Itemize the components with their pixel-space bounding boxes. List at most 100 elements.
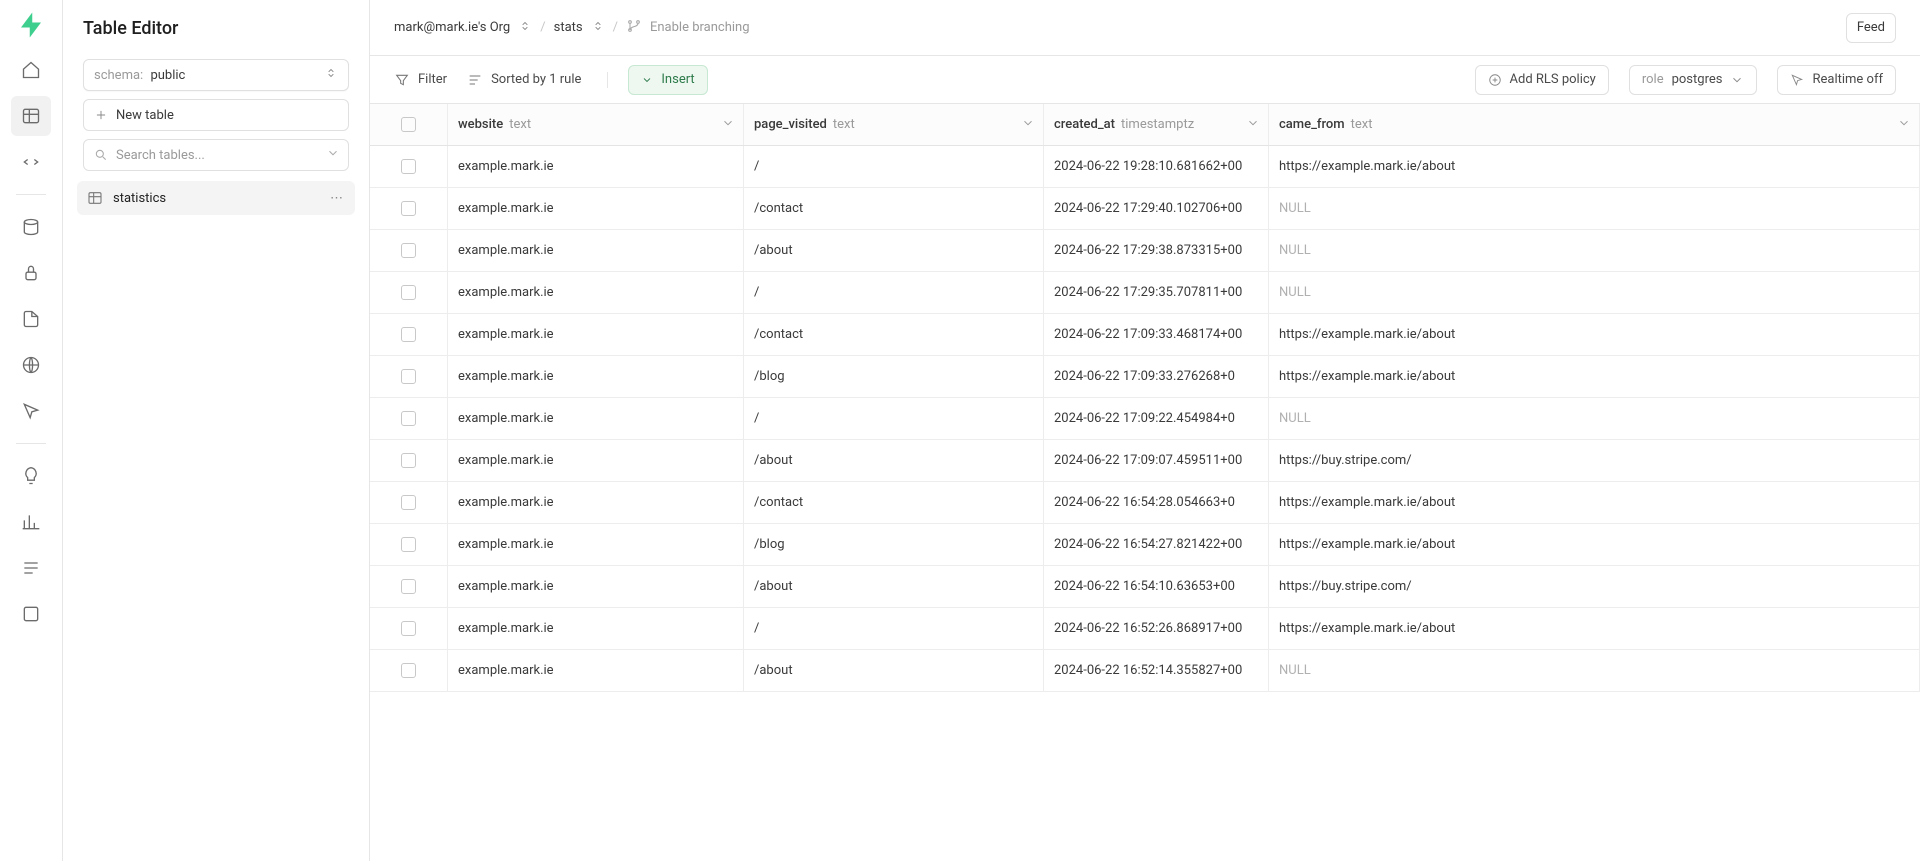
- col-header-created-at[interactable]: created_attimestamptz: [1044, 104, 1269, 145]
- table-row[interactable]: example.mark.ie/contact2024-06-22 17:09:…: [370, 314, 1920, 356]
- cell-page-visited[interactable]: /: [744, 398, 1044, 439]
- advisors-icon[interactable]: [11, 456, 51, 496]
- breadcrumb-org[interactable]: mark@mark.ie's Org: [394, 20, 510, 35]
- chevron-down-icon[interactable]: [1897, 116, 1911, 134]
- filter-button[interactable]: Filter: [394, 72, 447, 88]
- logo-icon[interactable]: [16, 10, 46, 44]
- enable-branching[interactable]: Enable branching: [650, 20, 750, 35]
- cell-came-from[interactable]: NULL: [1269, 272, 1920, 313]
- row-checkbox[interactable]: [401, 243, 416, 258]
- row-checkbox[interactable]: [401, 537, 416, 552]
- row-checkbox[interactable]: [401, 369, 416, 384]
- row-select-cell[interactable]: [370, 314, 448, 355]
- cell-created-at[interactable]: 2024-06-22 17:09:22.454984+0: [1044, 398, 1269, 439]
- row-checkbox[interactable]: [401, 201, 416, 216]
- cell-website[interactable]: example.mark.ie: [448, 356, 744, 397]
- row-checkbox[interactable]: [401, 495, 416, 510]
- cell-website[interactable]: example.mark.ie: [448, 566, 744, 607]
- cell-website[interactable]: example.mark.ie: [448, 608, 744, 649]
- row-checkbox[interactable]: [401, 453, 416, 468]
- table-row[interactable]: example.mark.ie/contact2024-06-22 16:54:…: [370, 482, 1920, 524]
- cell-page-visited[interactable]: /about: [744, 650, 1044, 691]
- row-select-cell[interactable]: [370, 356, 448, 397]
- table-row[interactable]: example.mark.ie/2024-06-22 17:09:22.4549…: [370, 398, 1920, 440]
- cell-website[interactable]: example.mark.ie: [448, 188, 744, 229]
- edge-functions-icon[interactable]: [11, 345, 51, 385]
- row-select-cell[interactable]: [370, 440, 448, 481]
- row-checkbox[interactable]: [401, 159, 416, 174]
- row-select-cell[interactable]: [370, 608, 448, 649]
- row-select-cell[interactable]: [370, 188, 448, 229]
- table-row[interactable]: example.mark.ie/contact2024-06-22 17:29:…: [370, 188, 1920, 230]
- cell-website[interactable]: example.mark.ie: [448, 440, 744, 481]
- row-checkbox[interactable]: [401, 621, 416, 636]
- cell-website[interactable]: example.mark.ie: [448, 482, 744, 523]
- table-row[interactable]: example.mark.ie/blog2024-06-22 16:54:27.…: [370, 524, 1920, 566]
- schema-select[interactable]: schema: public: [83, 59, 349, 91]
- cell-website[interactable]: example.mark.ie: [448, 230, 744, 271]
- cell-created-at[interactable]: 2024-06-22 17:09:07.459511+00: [1044, 440, 1269, 481]
- more-icon[interactable]: ⋯: [330, 191, 345, 206]
- cell-came-from[interactable]: https://example.mark.ie/about: [1269, 482, 1920, 523]
- row-select-cell[interactable]: [370, 146, 448, 187]
- realtime-button[interactable]: Realtime off: [1777, 65, 1896, 95]
- cell-created-at[interactable]: 2024-06-22 16:52:26.868917+00: [1044, 608, 1269, 649]
- select-all-checkbox[interactable]: [401, 117, 416, 132]
- cell-page-visited[interactable]: /contact: [744, 188, 1044, 229]
- cell-website[interactable]: example.mark.ie: [448, 650, 744, 691]
- cell-created-at[interactable]: 2024-06-22 17:09:33.468174+00: [1044, 314, 1269, 355]
- cell-created-at[interactable]: 2024-06-22 16:54:28.054663+0: [1044, 482, 1269, 523]
- table-row[interactable]: example.mark.ie/about2024-06-22 16:54:10…: [370, 566, 1920, 608]
- cell-page-visited[interactable]: /contact: [744, 314, 1044, 355]
- cell-created-at[interactable]: 2024-06-22 19:28:10.681662+00: [1044, 146, 1269, 187]
- table-row[interactable]: example.mark.ie/2024-06-22 19:28:10.6816…: [370, 146, 1920, 188]
- table-editor-icon[interactable]: [11, 96, 51, 136]
- select-all-cell[interactable]: [370, 104, 448, 145]
- cell-came-from[interactable]: NULL: [1269, 230, 1920, 271]
- table-row[interactable]: example.mark.ie/about2024-06-22 17:29:38…: [370, 230, 1920, 272]
- cell-page-visited[interactable]: /blog: [744, 524, 1044, 565]
- col-header-page-visited[interactable]: page_visitedtext: [744, 104, 1044, 145]
- row-select-cell[interactable]: [370, 524, 448, 565]
- cell-came-from[interactable]: https://example.mark.ie/about: [1269, 314, 1920, 355]
- storage-icon[interactable]: [11, 299, 51, 339]
- row-select-cell[interactable]: [370, 482, 448, 523]
- cell-came-from[interactable]: https://example.mark.ie/about: [1269, 524, 1920, 565]
- cell-created-at[interactable]: 2024-06-22 16:54:27.821422+00: [1044, 524, 1269, 565]
- table-row[interactable]: example.mark.ie/blog2024-06-22 17:09:33.…: [370, 356, 1920, 398]
- chevron-down-icon[interactable]: [1021, 116, 1035, 134]
- database-icon[interactable]: [11, 207, 51, 247]
- cell-came-from[interactable]: https://example.mark.ie/about: [1269, 608, 1920, 649]
- cell-created-at[interactable]: 2024-06-22 17:29:38.873315+00: [1044, 230, 1269, 271]
- cell-came-from[interactable]: https://example.mark.ie/about: [1269, 146, 1920, 187]
- sql-editor-icon[interactable]: [11, 142, 51, 182]
- logs-icon[interactable]: [11, 548, 51, 588]
- realtime-icon[interactable]: [11, 391, 51, 431]
- row-select-cell[interactable]: [370, 398, 448, 439]
- cell-page-visited[interactable]: /about: [744, 230, 1044, 271]
- sort-button[interactable]: Sorted by 1 rule: [467, 72, 608, 88]
- table-list-item[interactable]: statistics ⋯: [77, 181, 355, 215]
- cell-page-visited[interactable]: /about: [744, 566, 1044, 607]
- chevron-down-icon[interactable]: [721, 116, 735, 134]
- row-checkbox[interactable]: [401, 285, 416, 300]
- cell-came-from[interactable]: https://buy.stripe.com/: [1269, 566, 1920, 607]
- table-row[interactable]: example.mark.ie/2024-06-22 17:29:35.7078…: [370, 272, 1920, 314]
- row-checkbox[interactable]: [401, 327, 416, 342]
- col-header-website[interactable]: websitetext: [448, 104, 744, 145]
- cell-page-visited[interactable]: /about: [744, 440, 1044, 481]
- cell-website[interactable]: example.mark.ie: [448, 272, 744, 313]
- cell-page-visited[interactable]: /: [744, 608, 1044, 649]
- role-select[interactable]: role postgres: [1629, 65, 1758, 95]
- search-input[interactable]: Search tables...: [83, 139, 349, 171]
- cell-website[interactable]: example.mark.ie: [448, 398, 744, 439]
- table-row[interactable]: example.mark.ie/2024-06-22 16:52:26.8689…: [370, 608, 1920, 650]
- cell-website[interactable]: example.mark.ie: [448, 524, 744, 565]
- cell-came-from[interactable]: https://example.mark.ie/about: [1269, 356, 1920, 397]
- row-checkbox[interactable]: [401, 411, 416, 426]
- cell-page-visited[interactable]: /: [744, 146, 1044, 187]
- cell-created-at[interactable]: 2024-06-22 17:29:40.102706+00: [1044, 188, 1269, 229]
- row-select-cell[interactable]: [370, 230, 448, 271]
- reports-icon[interactable]: [11, 502, 51, 542]
- cell-page-visited[interactable]: /: [744, 272, 1044, 313]
